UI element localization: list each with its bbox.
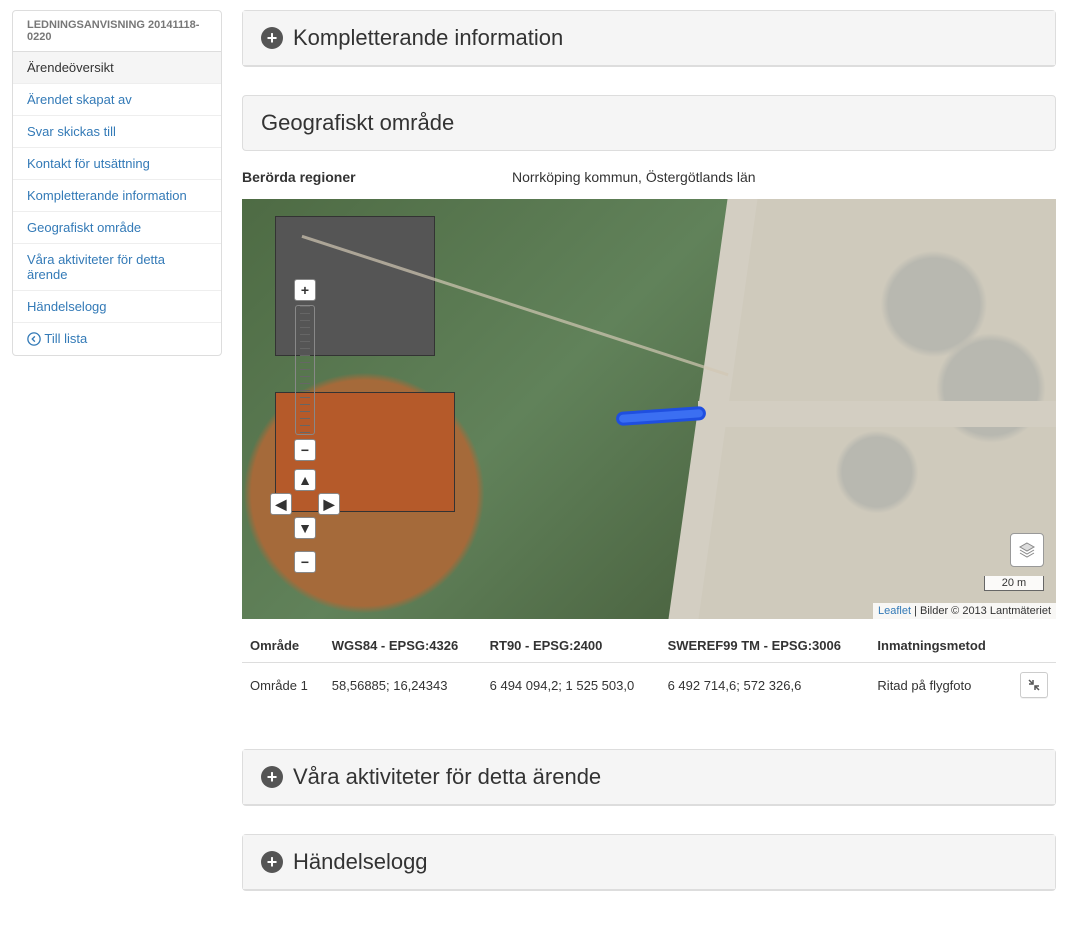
th-actions [1007, 629, 1056, 663]
sidebar-item-eventlog[interactable]: Händelselogg [13, 291, 221, 323]
sidebar-header: LEDNINGSANVISNING 20141118-0220 [13, 11, 221, 52]
panel-eventlog: + Händelselogg [242, 834, 1056, 891]
plus-circle-icon: + [261, 27, 283, 49]
layers-icon [1017, 540, 1037, 560]
coordinate-table: Område WGS84 - EPSG:4326 RT90 - EPSG:240… [242, 629, 1056, 707]
panel-activities: + Våra aktiviteter för detta ärende [242, 749, 1056, 806]
collapse-area-button[interactable] [1020, 672, 1048, 698]
sidebar-back-link[interactable]: Till lista [13, 323, 221, 355]
panel-title: Geografiskt område [261, 110, 454, 136]
panel-title: Kompletterande information [293, 25, 563, 51]
compress-icon [1028, 679, 1040, 691]
panel-supplementary-heading[interactable]: + Kompletterande information [243, 11, 1055, 66]
th-rt90: RT90 - EPSG:2400 [482, 629, 660, 663]
sidebar-back-label: Till lista [44, 331, 87, 346]
map-road [698, 401, 1056, 427]
sidebar-item-created-by[interactable]: Ärendet skapat av [13, 84, 221, 116]
sidebar-item-contact[interactable]: Kontakt för utsättning [13, 148, 221, 180]
sidebar-item-geographic[interactable]: Geografiskt område [13, 212, 221, 244]
cell-wgs84: 58,56885; 16,24343 [324, 663, 482, 708]
panel-geographic: Geografiskt område Berörda regioner Norr… [242, 95, 1056, 721]
arrow-left-circle-icon [27, 332, 41, 346]
panel-geographic-body: Berörda regioner Norrköping kommun, Öste… [242, 151, 1056, 721]
sidebar-item-label: Kompletterande information [27, 188, 187, 203]
zoom-slider[interactable] [295, 305, 315, 435]
panel-title: Våra aktiviteter för detta ärende [293, 764, 601, 790]
map[interactable]: + − ▲ ◀ ▶ ▼ − [242, 199, 1056, 619]
regions-row: Berörda regioner Norrköping kommun, Öste… [242, 165, 1056, 199]
plus-circle-icon: + [261, 851, 283, 873]
panel-geographic-heading: Geografiskt område [242, 95, 1056, 151]
table-row: Område 1 58,56885; 16,24343 6 494 094,2;… [242, 663, 1056, 708]
attribution-text: | Bilder © 2013 Lantmäteriet [911, 605, 1051, 617]
th-area: Område [242, 629, 324, 663]
th-sweref99: SWEREF99 TM - EPSG:3006 [660, 629, 870, 663]
panel-supplementary: + Kompletterande information [242, 10, 1056, 67]
th-wgs84: WGS84 - EPSG:4326 [324, 629, 482, 663]
layers-button[interactable] [1010, 533, 1044, 567]
zoom-out-button[interactable]: − [294, 439, 316, 461]
table-header-row: Område WGS84 - EPSG:4326 RT90 - EPSG:240… [242, 629, 1056, 663]
plus-circle-icon: + [261, 766, 283, 788]
pan-up-button[interactable]: ▲ [294, 469, 316, 491]
cell-actions [1007, 663, 1056, 708]
map-scale: 20 m [984, 576, 1044, 591]
sidebar-item-label: Händelselogg [27, 299, 107, 314]
panel-title: Händelselogg [293, 849, 428, 875]
sidebar-item-reply-to[interactable]: Svar skickas till [13, 116, 221, 148]
panel-activities-heading[interactable]: + Våra aktiviteter för detta ärende [243, 750, 1055, 805]
sidebar-item-label: Ärendet skapat av [27, 92, 132, 107]
pan-left-button[interactable]: ◀ [270, 493, 292, 515]
panel-eventlog-heading[interactable]: + Händelselogg [243, 835, 1055, 890]
sidebar-item-overview[interactable]: Ärendeöversikt [13, 52, 221, 84]
cell-method: Ritad på flygfoto [869, 663, 1007, 708]
main-content: + Kompletterande information Geografiskt… [242, 10, 1056, 919]
sidebar-item-label: Kontakt för utsättning [27, 156, 150, 171]
pan-cluster: ▲ ◀ ▶ ▼ [270, 469, 340, 539]
sidebar-item-activities[interactable]: Våra aktiviteter för detta ärende [13, 244, 221, 291]
pan-right-button[interactable]: ▶ [318, 493, 340, 515]
sidebar-panel: LEDNINGSANVISNING 20141118-0220 Ärendeöv… [12, 10, 222, 356]
cell-area: Område 1 [242, 663, 324, 708]
th-method: Inmatningsmetod [869, 629, 1007, 663]
sidebar: LEDNINGSANVISNING 20141118-0220 Ärendeöv… [12, 10, 222, 919]
sidebar-item-label: Våra aktiviteter för detta ärende [27, 252, 165, 282]
pan-down-button[interactable]: ▼ [294, 517, 316, 539]
leaflet-link[interactable]: Leaflet [878, 605, 911, 617]
zoom-out-extra-button[interactable]: − [294, 551, 316, 573]
regions-label: Berörda regioner [242, 169, 512, 185]
sidebar-item-label: Svar skickas till [27, 124, 116, 139]
cell-rt90: 6 494 094,2; 1 525 503,0 [482, 663, 660, 708]
zoom-in-button[interactable]: + [294, 279, 316, 301]
map-controls: + − ▲ ◀ ▶ ▼ − [270, 279, 340, 619]
sidebar-item-label: Geografiskt område [27, 220, 141, 235]
cell-sweref99: 6 492 714,6; 572 326,6 [660, 663, 870, 708]
sidebar-item-label: Ärendeöversikt [27, 60, 114, 75]
regions-value: Norrköping kommun, Östergötlands län [512, 169, 756, 185]
map-attribution: Leaflet | Bilder © 2013 Lantmäteriet [873, 603, 1056, 619]
sidebar-item-supplementary[interactable]: Kompletterande information [13, 180, 221, 212]
